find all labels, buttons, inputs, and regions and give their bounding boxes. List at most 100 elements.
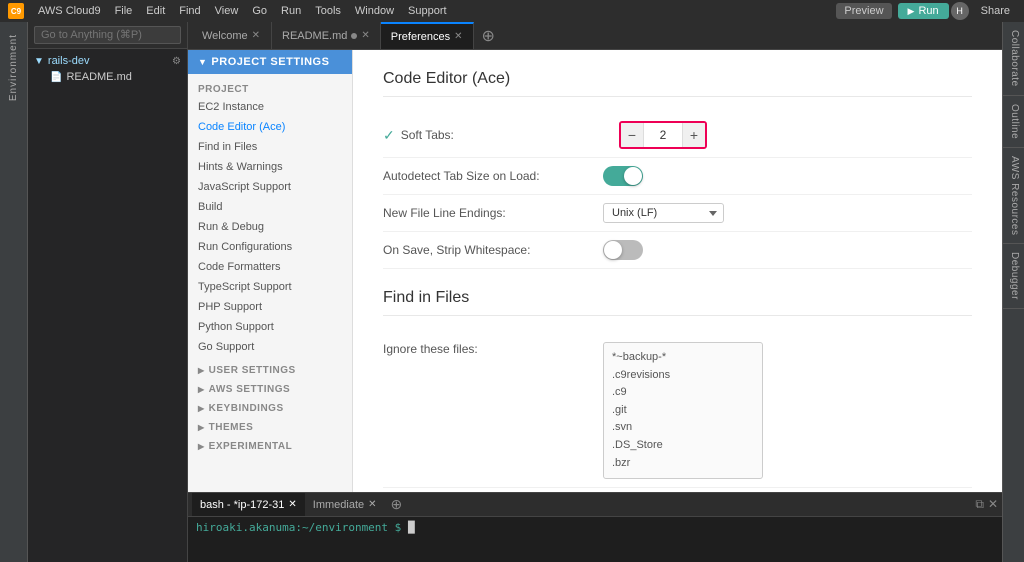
center-content: Welcome ✕ README.md ✕ Preferences ✕ ⊕ ▼ … xyxy=(188,22,1002,562)
terminal-bash-close[interactable]: ✕ xyxy=(288,499,296,510)
code-editor-title: Code Editor (Ace) xyxy=(383,70,972,97)
aws-settings-group[interactable]: AWS SETTINGS xyxy=(188,380,352,399)
experimental-group[interactable]: EXPERIMENTAL xyxy=(188,437,352,456)
strip-whitespace-toggle[interactable] xyxy=(603,240,643,260)
tab-welcome-close[interactable]: ✕ xyxy=(252,30,260,41)
terminal-add-button[interactable]: ⊕ xyxy=(385,496,409,513)
tab-readme[interactable]: README.md ✕ xyxy=(272,22,381,49)
menu-view[interactable]: View xyxy=(209,3,245,19)
settings-code-formatters[interactable]: Code Formatters xyxy=(188,257,352,277)
file-tree: ▼ rails-dev ⚙ 📄 README.md xyxy=(28,49,187,562)
settings-content: Code Editor (Ace) ✓ Soft Tabs: − + Aut xyxy=(353,50,1002,492)
terminal-tab-bash[interactable]: bash - *ip-172-31 ✕ xyxy=(192,493,305,516)
line-endings-select[interactable]: Unix (LF) Windows (CR+LF) Mac OS X (CR) xyxy=(603,203,724,223)
settings-run-configs[interactable]: Run Configurations xyxy=(188,237,352,257)
line-endings-label: New File Line Endings: xyxy=(383,206,603,220)
soft-tabs-text: Soft Tabs: xyxy=(401,128,454,142)
settings-find-in-files[interactable]: Find in Files xyxy=(188,137,352,157)
terminal-cursor: █ xyxy=(408,521,415,534)
tab-readme-dot xyxy=(351,33,357,39)
share-button[interactable]: Share xyxy=(975,3,1016,19)
tree-folder-rails-dev[interactable]: ▼ rails-dev ⚙ xyxy=(28,53,187,69)
terminal-close-icon[interactable]: ✕ xyxy=(988,497,998,512)
right-tab-collaborate[interactable]: Collaborate xyxy=(1003,22,1024,96)
keybindings-group[interactable]: KEYBINDINGS xyxy=(188,399,352,418)
tab-welcome-label: Welcome xyxy=(202,30,248,42)
tree-file-readme[interactable]: 📄 README.md xyxy=(44,69,187,85)
menu-file[interactable]: File xyxy=(109,3,139,19)
terminal-tab-immediate[interactable]: Immediate ✕ xyxy=(305,493,385,516)
menu-find[interactable]: Find xyxy=(173,3,206,19)
header-arrow: ▼ xyxy=(198,57,207,67)
themes-group[interactable]: THEMes xyxy=(188,418,352,437)
line-endings-row: New File Line Endings: Unix (LF) Windows… xyxy=(383,195,972,232)
tab-preferences-close[interactable]: ✕ xyxy=(454,31,462,42)
menu-run[interactable]: Run xyxy=(275,3,307,19)
settings-python-support[interactable]: Python Support xyxy=(188,317,352,337)
terminal-bash-label: bash - *ip-172-31 xyxy=(200,499,284,511)
strip-whitespace-row: On Save, Strip Whitespace: xyxy=(383,232,972,269)
settings-header-label: PROJECT SETTINGS xyxy=(211,56,329,68)
settings-header: ▼ PROJECT SETTINGS xyxy=(188,50,352,74)
settings-ec2[interactable]: EC2 Instance xyxy=(188,97,352,117)
tab-preferences[interactable]: Preferences ✕ xyxy=(381,22,474,49)
menu-go[interactable]: Go xyxy=(246,3,273,19)
terminal-prompt: hiroaki.akanuma:~/environment $ xyxy=(196,521,401,534)
terminal-immediate-label: Immediate xyxy=(313,499,364,511)
folder-name: rails-dev xyxy=(48,55,90,67)
ignore-files-box[interactable]: *~backup-*.c9revisions.c9.git.svn.DS_Sto… xyxy=(603,342,763,479)
soft-tabs-row: ✓ Soft Tabs: − + xyxy=(383,113,972,158)
terminal-area: bash - *ip-172-31 ✕ Immediate ✕ ⊕ ⧉ ✕ hi… xyxy=(188,492,1002,562)
preview-button[interactable]: Preview xyxy=(836,3,891,19)
soft-tabs-label: ✓ Soft Tabs: xyxy=(383,127,603,144)
soft-tabs-control: − + xyxy=(619,121,707,149)
autodetect-toggle[interactable] xyxy=(603,166,643,186)
menu-tools[interactable]: Tools xyxy=(309,3,347,19)
right-tab-outline[interactable]: Outline xyxy=(1003,96,1024,148)
terminal-expand-icon[interactable]: ⧉ xyxy=(975,497,984,512)
settings-code-editor[interactable]: Code Editor (Ace) xyxy=(188,117,352,137)
file-panel: ▼ rails-dev ⚙ 📄 README.md xyxy=(28,22,188,562)
strip-whitespace-control xyxy=(603,240,643,260)
settings-build[interactable]: Build xyxy=(188,197,352,217)
settings-hints-warnings[interactable]: Hints & Warnings xyxy=(188,157,352,177)
terminal-body: hiroaki.akanuma:~/environment $ █ xyxy=(188,517,1002,538)
run-button[interactable]: Run xyxy=(898,3,949,19)
autodetect-control xyxy=(603,166,643,186)
menu-window[interactable]: Window xyxy=(349,3,400,19)
gear-icon[interactable]: ⚙ xyxy=(172,56,181,67)
terminal-actions: ⧉ ✕ xyxy=(975,497,998,512)
soft-tabs-increment[interactable]: + xyxy=(683,123,705,147)
settings-sidebar: ▼ PROJECT SETTINGS PROJECT EC2 Instance … xyxy=(188,50,353,492)
right-tab-aws-resources[interactable]: AWS Resources xyxy=(1003,148,1024,244)
settings-js-support[interactable]: JavaScript Support xyxy=(188,177,352,197)
search-input[interactable] xyxy=(34,26,181,44)
strip-whitespace-label: On Save, Strip Whitespace: xyxy=(383,243,603,257)
tree-children: 📄 README.md xyxy=(28,69,187,85)
checkmark-icon: ✓ xyxy=(383,127,395,144)
right-tab-debugger[interactable]: Debugger xyxy=(1003,244,1024,309)
tab-add-button[interactable]: ⊕ xyxy=(474,26,503,46)
menu-support[interactable]: Support xyxy=(402,3,453,19)
soft-tabs-decrement[interactable]: − xyxy=(621,123,643,147)
menubar: C9 AWS Cloud9 File Edit Find View Go Run… xyxy=(0,0,1024,22)
tab-welcome[interactable]: Welcome ✕ xyxy=(192,22,272,49)
project-section-label: PROJECT xyxy=(188,78,352,97)
avatar[interactable]: H xyxy=(951,2,969,20)
autodetect-row: Autodetect Tab Size on Load: xyxy=(383,158,972,195)
terminal-immediate-close[interactable]: ✕ xyxy=(368,499,376,510)
app-logo: C9 xyxy=(8,3,24,19)
tab-readme-close[interactable]: ✕ xyxy=(361,30,369,41)
soft-tabs-value[interactable] xyxy=(643,123,683,147)
settings-php-support[interactable]: PHP Support xyxy=(188,297,352,317)
file-icon: 📄 xyxy=(50,72,62,83)
user-settings-group[interactable]: USER SETTINGS xyxy=(188,361,352,380)
settings-run-debug[interactable]: Run & Debug xyxy=(188,217,352,237)
settings-ts-support[interactable]: TypeScript Support xyxy=(188,277,352,297)
ignore-files-row: Ignore these files: *~backup-*.c9revisio… xyxy=(383,332,972,488)
environment-panel: Environment xyxy=(0,22,28,562)
menu-aws-cloud9[interactable]: AWS Cloud9 xyxy=(32,3,107,19)
menu-edit[interactable]: Edit xyxy=(140,3,171,19)
find-in-files-title: Find in Files xyxy=(383,289,972,316)
settings-go-support[interactable]: Go Support xyxy=(188,337,352,357)
